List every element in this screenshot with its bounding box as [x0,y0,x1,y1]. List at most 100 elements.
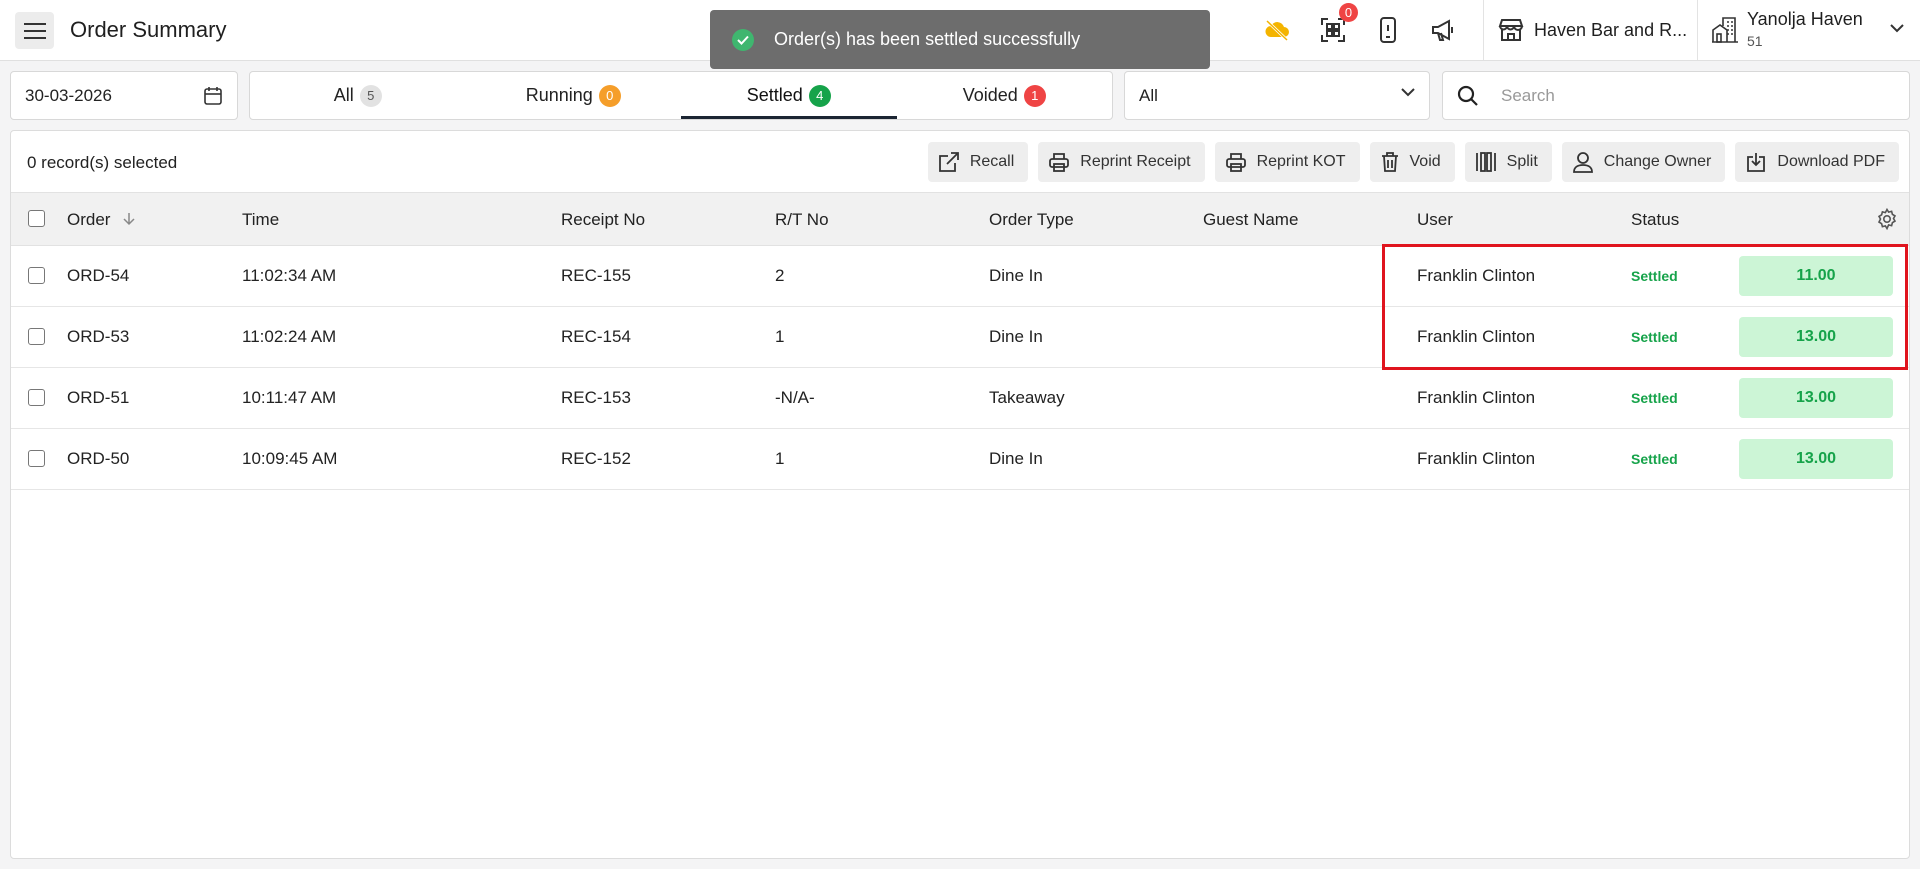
chevron-down-icon [1890,24,1904,33]
action-toolbar: Recall Reprint Receipt Reprint KOT Void … [927,142,1899,182]
cell-time: 11:02:24 AM [242,327,337,346]
cell-rt-no: 2 [775,266,785,285]
column-header-order-type[interactable]: Order Type [989,210,1074,230]
download-icon [1747,153,1766,172]
user-icon [1572,152,1593,173]
profile-name: Yanolja Haven [1747,9,1863,29]
hamburger-menu-button[interactable] [15,12,54,49]
change-owner-button[interactable]: Change Owner [1561,142,1726,182]
page-title: Order Summary [70,17,227,42]
mobile-device-icon [1380,17,1396,43]
status-text: Settled [1631,390,1678,406]
table-row[interactable]: ORD-54 11:02:34 AM REC-155 2 Dine In Fra… [11,246,1909,307]
cell-rt-no: 1 [775,449,785,468]
order-type-filter-select[interactable]: All [1124,71,1430,120]
cell-time: 11:02:34 AM [242,266,337,285]
orders-panel: 0 record(s) selected Recall Reprint Rece… [10,130,1910,859]
cloud-off-button[interactable] [1262,15,1292,45]
select-all-checkbox[interactable] [28,210,45,227]
building-icon [1712,17,1738,43]
cell-order: ORD-50 [67,449,130,468]
column-header-status[interactable]: Status [1631,210,1679,230]
status-text: Settled [1631,268,1678,284]
column-label: Order [67,210,111,229]
tab-running[interactable]: Running 0 [466,72,682,119]
tab-settled[interactable]: Settled 4 [681,72,897,119]
status-text: Settled [1631,451,1678,467]
reprint-receipt-button[interactable]: Reprint Receipt [1038,142,1205,182]
chevron-down-icon [1401,88,1415,97]
cell-user: Franklin Clinton [1417,266,1536,285]
tab-count-badge: 0 [598,84,621,107]
status-tabs: All 5 Running 0 Settled 4 Voided 1 [249,71,1113,120]
column-header-guest-name[interactable]: Guest Name [1203,210,1298,230]
cell-user: Franklin Clinton [1417,449,1536,468]
table-row[interactable]: ORD-53 11:02:24 AM REC-154 1 Dine In Fra… [11,307,1909,368]
cell-rt-no: -N/A- [775,388,815,407]
reprint-kot-label: Reprint KOT [1256,153,1346,170]
reprint-kot-button[interactable]: Reprint KOT [1214,142,1360,182]
column-header-user[interactable]: User [1417,210,1453,230]
change-owner-label: Change Owner [1603,153,1712,170]
cell-order-type: Takeaway [989,388,1065,407]
check-circle-icon [732,28,754,51]
row-checkbox[interactable] [28,267,45,284]
download-pdf-label: Download PDF [1777,153,1885,170]
amount-badge: 13.00 [1739,378,1893,418]
toast-message: Order(s) has been settled successfully [774,29,1081,49]
property-profile-selector[interactable]: Yanolja Haven 51 [1697,0,1920,60]
tab-count-badge: 5 [359,84,382,107]
row-checkbox[interactable] [28,450,45,467]
selected-count: 0 record(s) selected [27,153,178,172]
store-selector[interactable]: Haven Bar and R... [1483,0,1697,60]
cell-receipt-no: REC-153 [561,388,631,407]
cell-user: Franklin Clinton [1417,327,1536,346]
recall-button[interactable]: Recall [927,142,1029,182]
column-header-receipt-no[interactable]: Receipt No [561,210,645,230]
column-header-rt-no[interactable]: R/T No [775,210,829,230]
qr-code-icon [1321,18,1345,42]
tab-count-badge: 4 [808,84,831,107]
date-picker[interactable]: 30-03-2026 [10,71,238,120]
cell-order: ORD-51 [67,388,130,407]
store-icon [1498,19,1524,41]
menu-icon [23,22,46,39]
row-checkbox[interactable] [28,328,45,345]
split-label: Split [1506,153,1538,170]
megaphone-icon [1432,19,1453,41]
table-row[interactable]: ORD-51 10:11:47 AM REC-153 -N/A- Takeawa… [11,368,1909,429]
store-name: Haven Bar and R... [1534,19,1688,40]
tab-label: All [333,85,354,105]
void-label: Void [1409,153,1441,170]
column-header-order[interactable]: Order [67,210,135,230]
cell-order-type: Dine In [989,266,1043,285]
table-row[interactable]: ORD-50 10:09:45 AM REC-152 1 Dine In Fra… [11,429,1909,490]
cell-receipt-no: REC-152 [561,449,631,468]
amount-badge: 11.00 [1739,256,1893,296]
calendar-icon[interactable] [203,86,223,106]
cell-user: Franklin Clinton [1417,388,1536,407]
search-icon [1457,85,1478,106]
printer-icon [1049,153,1070,172]
download-pdf-button[interactable]: Download PDF [1735,142,1899,182]
announcements-button[interactable] [1428,15,1458,45]
tab-label: Voided [962,85,1018,105]
tab-voided[interactable]: Voided 1 [897,72,1113,119]
device-button[interactable] [1373,15,1403,45]
success-toast: Order(s) has been settled successfully [710,10,1210,69]
split-button[interactable]: Split [1464,142,1552,182]
row-checkbox[interactable] [28,389,45,406]
cell-order-type: Dine In [989,449,1043,468]
cell-time: 10:11:47 AM [242,388,337,407]
column-header-time[interactable]: Time [242,210,279,230]
search-input[interactable] [1501,84,1891,108]
tab-all[interactable]: All 5 [250,72,466,119]
filter-value: All [1139,85,1158,105]
trash-icon [1381,152,1398,172]
kot-count-badge: 0 [1339,3,1358,22]
gear-icon[interactable] [1876,208,1898,230]
void-button[interactable]: Void [1369,142,1455,182]
profile-subtitle: 51 [1747,33,1763,49]
cell-order: ORD-54 [67,266,130,285]
tab-count-badge: 1 [1023,84,1046,107]
